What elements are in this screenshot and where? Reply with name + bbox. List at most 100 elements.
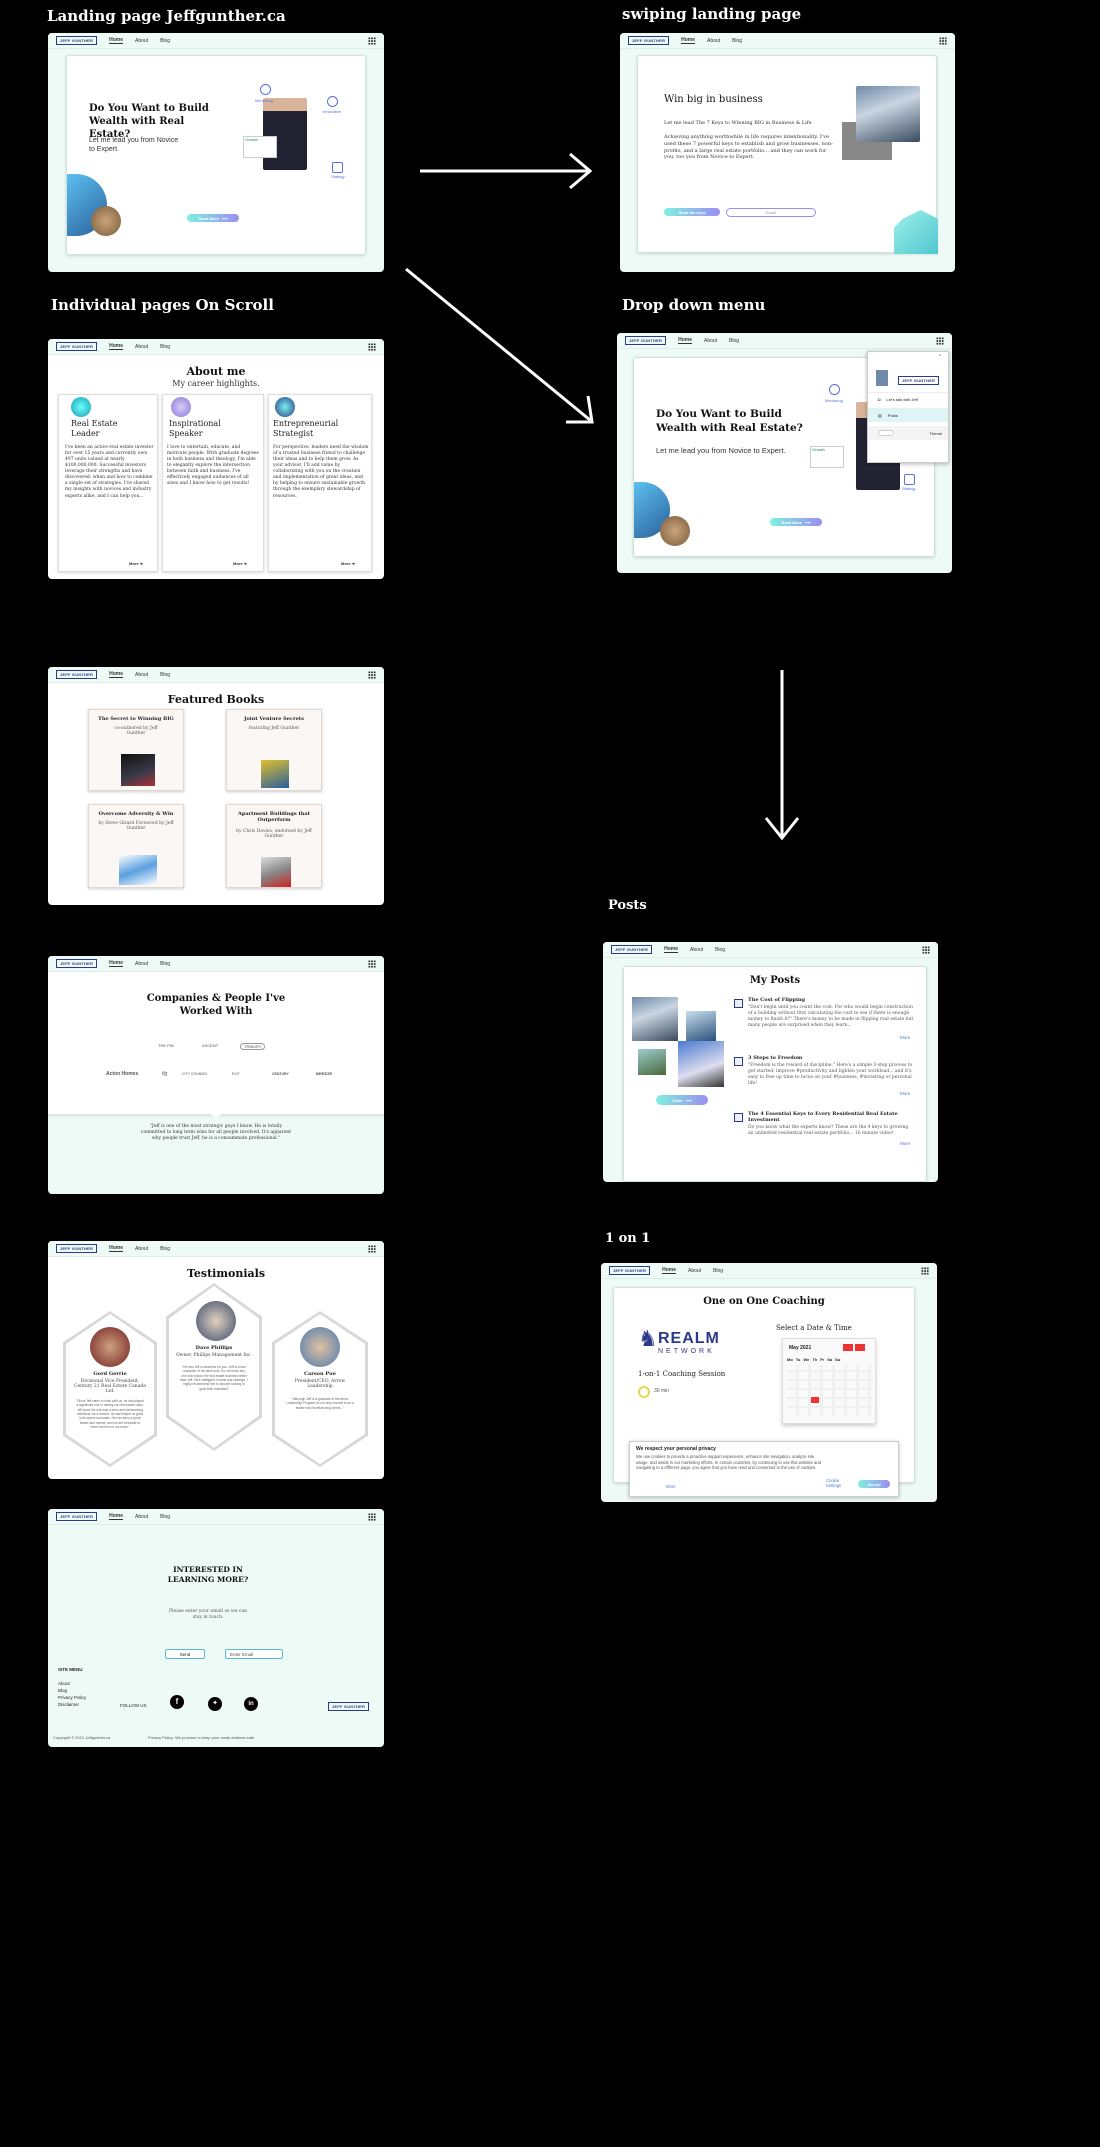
logo[interactable]: JEFF GUNTHER xyxy=(56,1512,98,1521)
book-card[interactable]: Apartment Buildings that Outperform by C… xyxy=(226,804,322,888)
linkedin-icon[interactable]: in xyxy=(244,1697,258,1711)
cookie-settings-link[interactable]: Cookie Settings xyxy=(826,1478,850,1488)
dropdown-item-talk[interactable]: ◘ Let's talk with Jeff xyxy=(868,392,948,406)
post-more-link[interactable]: More xyxy=(900,1141,910,1147)
swipe-headline: Win big in business xyxy=(664,94,763,105)
session-duration: 30 min xyxy=(654,1388,670,1394)
nav-about[interactable]: About xyxy=(135,344,148,350)
logo[interactable]: JEFF GUNTHER xyxy=(56,670,98,679)
nav-home[interactable]: Home xyxy=(109,37,123,44)
card-body: I love to entertain, educate, and motiva… xyxy=(167,445,259,487)
quote-pointer xyxy=(208,1112,224,1118)
post-title[interactable]: The 4 Essential Keys to Every Residentia… xyxy=(748,1111,908,1123)
nav-home[interactable]: Home xyxy=(109,671,123,678)
book-card[interactable]: Joint Venture Secrets featuring Jeff Gun… xyxy=(226,709,322,791)
nav-about[interactable]: About xyxy=(135,1246,148,1252)
read-more-button[interactable]: Read More ⟶ xyxy=(770,518,822,526)
nav-about[interactable]: About xyxy=(707,38,720,44)
grid-menu-icon[interactable] xyxy=(921,1267,929,1275)
grid-menu-icon[interactable] xyxy=(368,343,376,351)
book-card[interactable]: Overcome Adversity & Win by Steve Girard… xyxy=(88,804,184,888)
calendar-grid[interactable] xyxy=(787,1365,873,1415)
more-link[interactable]: More ➜ xyxy=(233,561,247,566)
post-title[interactable]: 3 Steps to Freedom xyxy=(748,1055,802,1061)
grid-menu-icon[interactable] xyxy=(368,1513,376,1521)
logo[interactable]: JEFF GUNTHER xyxy=(609,1266,651,1275)
nav-home[interactable]: Home xyxy=(681,37,695,44)
nav-home[interactable]: Home xyxy=(109,343,123,350)
footer-logo[interactable]: JEFF GUNTHER xyxy=(328,1702,370,1711)
nav-home[interactable]: Home xyxy=(109,1245,123,1252)
nav-about[interactable]: About xyxy=(135,672,148,678)
logo[interactable]: JEFF GUNTHER xyxy=(56,342,98,351)
nav-blog[interactable]: Blog xyxy=(715,947,725,953)
coaching-title: One on One Coaching xyxy=(703,1296,825,1307)
nav-blog[interactable]: Blog xyxy=(160,961,170,967)
read-more-button[interactable]: Read More ⟶ xyxy=(187,214,239,222)
day-label: We xyxy=(803,1357,810,1362)
logo[interactable]: JEFF GUNTHER xyxy=(56,1244,98,1253)
more-link[interactable]: More ➜ xyxy=(129,561,143,566)
nav-home[interactable]: Home xyxy=(109,1513,123,1520)
theme-toggle[interactable] xyxy=(878,430,894,436)
nav-blog[interactable]: Blog xyxy=(160,1246,170,1252)
next-month-button[interactable] xyxy=(855,1344,865,1351)
book-subtitle: featuring Jeff Gunther xyxy=(248,726,300,731)
grid-menu-icon[interactable] xyxy=(922,946,930,954)
nav-about[interactable]: About xyxy=(135,38,148,44)
logo[interactable]: JEFF GUNTHER xyxy=(625,336,667,345)
facebook-icon[interactable]: f xyxy=(170,1695,184,1709)
dropdown-item-theme[interactable]: Theme xyxy=(868,426,948,440)
post-title[interactable]: The Cost of Flipping xyxy=(748,997,805,1003)
logo[interactable]: JEFF GUNTHER xyxy=(56,959,98,968)
nav-home[interactable]: Home xyxy=(662,1267,676,1274)
nav-blog[interactable]: Blog xyxy=(729,338,739,344)
nav-home[interactable]: Home xyxy=(664,946,678,953)
footer-link[interactable]: Disclaimer xyxy=(58,1702,79,1707)
grid-menu-icon[interactable] xyxy=(368,671,376,679)
more-link[interactable]: More ➜ xyxy=(341,561,355,566)
nav-blog[interactable]: Blog xyxy=(160,38,170,44)
footer-link[interactable]: About xyxy=(58,1681,70,1686)
grid-menu-icon[interactable] xyxy=(368,1245,376,1253)
logo[interactable]: JEFF GUNTHER xyxy=(628,36,670,45)
email-input[interactable]: Email xyxy=(726,208,816,217)
logo[interactable]: JEFF GUNTHER xyxy=(56,36,98,45)
grid-menu-icon[interactable] xyxy=(368,37,376,45)
nav-blog[interactable]: Blog xyxy=(160,1514,170,1520)
twitter-icon[interactable]: ✦ xyxy=(208,1697,222,1711)
nav-about[interactable]: About xyxy=(135,961,148,967)
older-button[interactable]: Older ⟶ xyxy=(656,1095,708,1105)
nav-home[interactable]: Home xyxy=(678,337,692,344)
selected-date[interactable] xyxy=(811,1397,819,1403)
dropdown-theme-label: Theme xyxy=(929,430,942,436)
logo[interactable]: JEFF GUNTHER xyxy=(611,945,653,954)
nav-blog[interactable]: Blog xyxy=(732,38,742,44)
nav-home[interactable]: Home xyxy=(109,960,123,967)
nav-blog[interactable]: Blog xyxy=(160,672,170,678)
cookie-more-link[interactable]: More xyxy=(666,1484,676,1489)
footer-link[interactable]: Blog xyxy=(58,1688,67,1693)
grid-menu-icon[interactable] xyxy=(936,337,944,345)
prev-month-button[interactable] xyxy=(843,1344,853,1351)
dropdown-item-posts[interactable]: ▤ Posts xyxy=(868,408,948,422)
read-keys-button[interactable]: Read the keys xyxy=(664,208,720,216)
send-button[interactable]: Send xyxy=(165,1649,205,1659)
grid-menu-icon[interactable] xyxy=(939,37,947,45)
nav-about[interactable]: About xyxy=(135,1514,148,1520)
book-card[interactable]: The Secret to Winning BIG co-authored by… xyxy=(88,709,184,791)
post-more-link[interactable]: More xyxy=(900,1035,910,1041)
nav-about[interactable]: About xyxy=(688,1268,701,1274)
chevron-up-icon[interactable]: ⌃ xyxy=(938,354,942,360)
grid-menu-icon[interactable] xyxy=(368,960,376,968)
footer-link[interactable]: Privacy Policy xyxy=(58,1695,86,1700)
nav-blog[interactable]: Blog xyxy=(713,1268,723,1274)
testimonial-name: Carson Pue xyxy=(304,1371,336,1377)
about-subtitle: My career highlights. xyxy=(172,379,260,388)
email-input[interactable]: Enter Email xyxy=(225,1649,283,1659)
post-more-link[interactable]: More xyxy=(900,1091,910,1097)
nav-about[interactable]: About xyxy=(704,338,717,344)
nav-blog[interactable]: Blog xyxy=(160,344,170,350)
accept-button[interactable]: Accept xyxy=(858,1480,890,1488)
nav-about[interactable]: About xyxy=(690,947,703,953)
